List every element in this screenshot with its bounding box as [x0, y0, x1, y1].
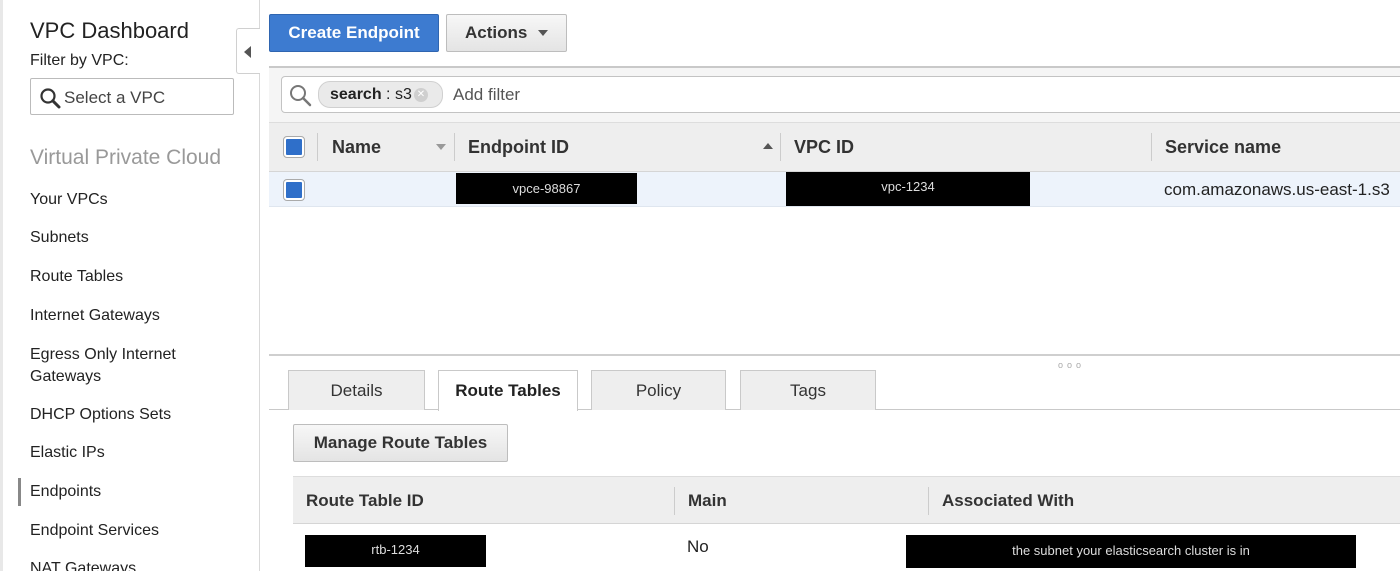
sidebar-collapse-toggle[interactable] — [236, 28, 260, 74]
tab-tags[interactable]: Tags — [740, 370, 876, 410]
associated-with-cell: the subnet your elasticsearch cluster is… — [906, 535, 1356, 568]
sidebar-item-internet-gateways[interactable]: Internet Gateways — [30, 305, 240, 327]
sidebar-item-route-tables[interactable]: Route Tables — [30, 266, 240, 288]
route-tables-header: Route Table ID Main Associated With — [293, 476, 1400, 524]
sidebar-item-subnets[interactable]: Subnets — [30, 227, 240, 249]
column-header-service-name[interactable]: Service name — [1165, 123, 1281, 171]
route-table-id-cell[interactable]: rtb-1234 — [305, 535, 486, 567]
vpc-filter-label: Filter by VPC: — [30, 52, 129, 69]
manage-route-tables-button[interactable]: Manage Route Tables — [293, 424, 508, 462]
column-divider — [454, 133, 455, 161]
column-divider — [674, 487, 675, 515]
add-filter-input[interactable]: Add filter — [453, 85, 520, 105]
filter-tag-key: search — [330, 86, 382, 103]
sidebar: VPC Dashboard Filter by VPC: Select a VP… — [0, 0, 260, 571]
sidebar-item-your-vpcs[interactable]: Your VPCs — [30, 189, 240, 211]
tab-details[interactable]: Details — [288, 370, 425, 410]
panel-splitter[interactable] — [269, 354, 1400, 356]
search-icon — [40, 88, 61, 109]
sidebar-item-endpoints[interactable]: Endpoints — [30, 481, 240, 503]
tab-policy[interactable]: Policy — [591, 370, 726, 410]
tab-route-tables[interactable]: Route Tables — [438, 370, 578, 411]
search-icon — [290, 85, 312, 107]
sidebar-item-elastic-ips[interactable]: Elastic IPs — [30, 442, 240, 464]
filter-tag-value: s3 — [394, 86, 412, 103]
row-select-checkbox[interactable] — [283, 179, 305, 201]
column-header-name[interactable]: Name — [332, 123, 381, 171]
column-header-associated-with[interactable]: Associated With — [942, 477, 1074, 525]
sort-descending-icon[interactable] — [436, 144, 446, 150]
sidebar-active-indicator — [18, 478, 21, 506]
actions-label: Actions — [465, 23, 528, 42]
endpoints-table-header: Name Endpoint ID VPC ID Service name — [269, 122, 1400, 172]
column-header-vpc-id[interactable]: VPC ID — [794, 123, 854, 171]
column-divider — [317, 133, 318, 161]
column-header-route-table-id[interactable]: Route Table ID — [306, 477, 424, 525]
vpc-filter-placeholder: Select a VPC — [64, 88, 166, 107]
search-filter-tag[interactable]: search : s3 ✕ — [318, 81, 443, 108]
filter-search-bar[interactable]: search : s3 ✕ Add filter — [281, 76, 1400, 113]
sidebar-title[interactable]: VPC Dashboard — [30, 18, 189, 44]
sidebar-edge — [0, 0, 3, 571]
table-row[interactable]: vpce-98867 vpc-1234 com.amazonaws.us-eas… — [269, 172, 1400, 207]
sidebar-item-egress-only-internet-gateways[interactable]: Egress Only Internet Gateways — [30, 344, 205, 388]
sort-ascending-icon[interactable] — [763, 143, 773, 149]
create-endpoint-button[interactable]: Create Endpoint — [269, 14, 439, 52]
vpc-filter-select[interactable]: Select a VPC — [30, 78, 234, 115]
collapse-left-icon — [244, 46, 251, 58]
sidebar-item-dhcp-options-sets[interactable]: DHCP Options Sets — [30, 404, 240, 426]
column-divider — [780, 133, 781, 161]
caret-down-icon — [538, 30, 548, 36]
sidebar-section-title: Virtual Private Cloud — [30, 146, 222, 169]
endpoint-id-cell[interactable]: vpce-98867 — [456, 173, 637, 204]
sidebar-item-endpoint-services[interactable]: Endpoint Services — [30, 520, 240, 542]
column-divider — [1151, 133, 1152, 161]
column-divider — [928, 487, 929, 515]
vpc-id-cell[interactable]: vpc-1234 — [786, 172, 1030, 206]
table-empty-area — [269, 207, 1400, 358]
service-name-cell: com.amazonaws.us-east-1.s3 — [1164, 180, 1390, 199]
clear-filter-icon[interactable]: ✕ — [414, 88, 428, 102]
sidebar-item-nat-gateways[interactable]: NAT Gateways — [30, 558, 240, 571]
main-cell: No — [687, 537, 709, 556]
actions-dropdown-button[interactable]: Actions — [446, 14, 567, 52]
select-all-checkbox[interactable] — [283, 136, 305, 158]
splitter-handle-icon[interactable]: ooo — [1058, 360, 1085, 370]
column-header-main[interactable]: Main — [688, 477, 727, 525]
table-row[interactable]: rtb-1234 No the subnet your elasticsearc… — [293, 524, 1400, 571]
column-header-endpoint-id[interactable]: Endpoint ID — [468, 123, 569, 171]
endpoints-panel: search : s3 ✕ Add filter Name Endpoint I… — [269, 66, 1400, 358]
